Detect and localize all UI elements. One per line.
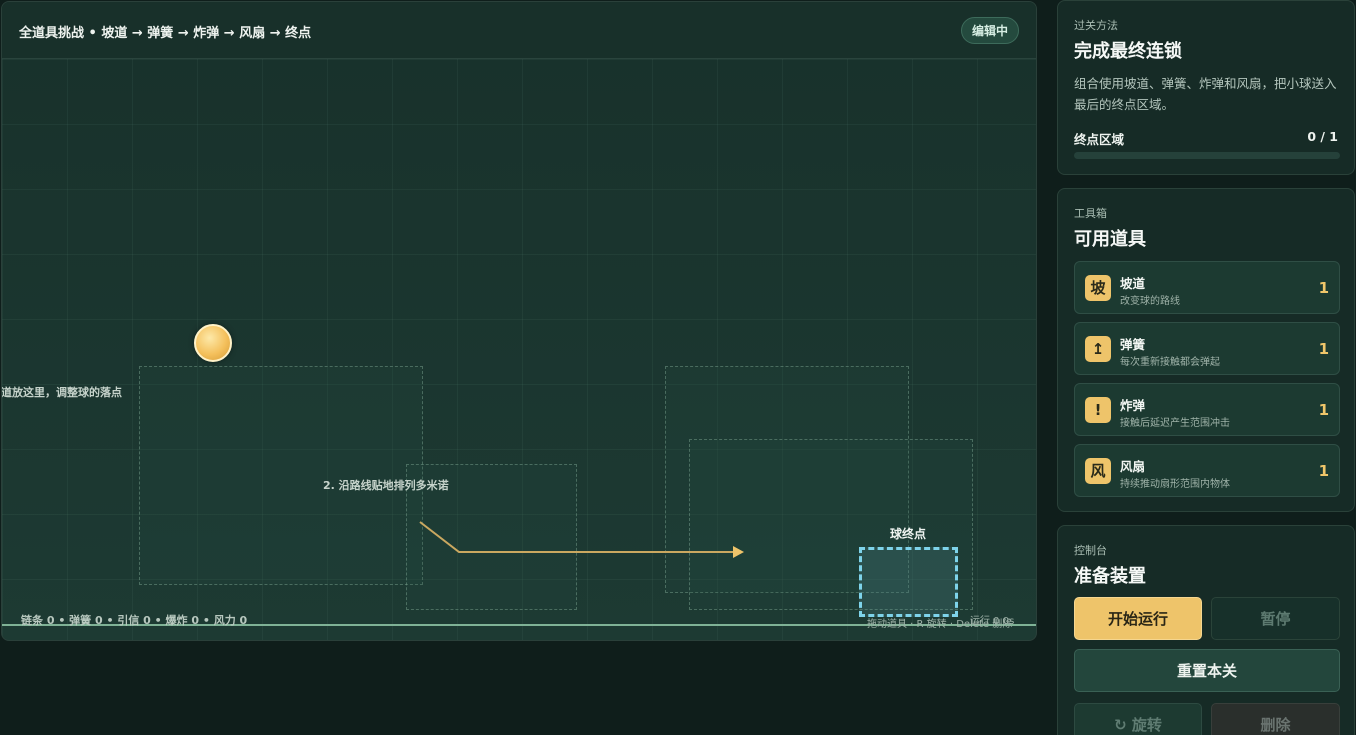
- game-canvas[interactable]: 全道具挑战 • 坡道 → 弹簧 → 炸弹 → 风扇 → 终点 编辑中 道放这里，…: [1, 1, 1037, 641]
- bomb-icon: !: [1085, 397, 1111, 423]
- console-card: 控制台 准备装置 开始运行 暂停 重置本关 ↻ 旋转 删除: [1057, 525, 1355, 735]
- objective-description: 组合使用坡道、弹簧、炸弹和风扇，把小球送入最后的终点区域。: [1074, 76, 1337, 112]
- console-kicker: 控制台: [1074, 544, 1107, 557]
- tool-count: 1: [1318, 401, 1329, 419]
- tool-desc: 每次重新接触都会弹起: [1120, 357, 1220, 368]
- tool-desc: 持续推动扇形范围内物体: [1120, 479, 1230, 490]
- objective-card: 过关方法 完成最终连锁 组合使用坡道、弹簧、炸弹和风扇，把小球送入最后的终点区域…: [1057, 0, 1355, 175]
- run-timer: 运行 0.0s: [970, 616, 1015, 627]
- progress-count: 0 / 1: [1307, 129, 1338, 144]
- objective-kicker: 过关方法: [1074, 19, 1118, 32]
- tool-name: 风扇: [1120, 459, 1146, 474]
- chain-stats: 链条 0 • 弹簧 0 • 引信 0 • 爆炸 0 • 风力 0: [21, 614, 248, 627]
- goal-label: 球终点: [890, 527, 927, 541]
- tool-name: 弹簧: [1120, 337, 1146, 352]
- tool-count: 1: [1318, 340, 1329, 358]
- tool-desc: 接触后延迟产生范围冲击: [1120, 418, 1230, 429]
- toolbox-kicker: 工具箱: [1074, 207, 1107, 220]
- progress-bar: [1074, 152, 1340, 159]
- route-guide: [419, 521, 744, 558]
- ball[interactable]: [194, 324, 232, 362]
- tool-name: 炸弹: [1120, 398, 1146, 413]
- reset-button[interactable]: 重置本关: [1074, 649, 1340, 692]
- fan-icon: 风: [1085, 458, 1111, 484]
- goal-zone: [859, 547, 958, 617]
- tool-count: 1: [1318, 279, 1329, 297]
- console-title: 准备装置: [1074, 566, 1146, 587]
- toolbox-title: 可用道具: [1074, 229, 1146, 250]
- tool-ramp[interactable]: 坡 坡道 改变球的路线 1: [1074, 261, 1340, 314]
- tool-bomb[interactable]: ! 炸弹 接触后延迟产生范围冲击 1: [1074, 383, 1340, 436]
- tool-desc: 改变球的路线: [1120, 296, 1180, 307]
- pause-button[interactable]: 暂停: [1211, 597, 1340, 640]
- ramp-icon: 坡: [1085, 275, 1111, 301]
- spring-icon: ↥: [1085, 336, 1111, 362]
- start-button[interactable]: 开始运行: [1074, 597, 1202, 640]
- tool-spring[interactable]: ↥ 弹簧 每次重新接触都会弹起 1: [1074, 322, 1340, 375]
- tool-name: 坡道: [1120, 276, 1146, 291]
- tool-count: 1: [1318, 462, 1329, 480]
- objective-title: 完成最终连锁: [1074, 41, 1182, 62]
- progress-label: 终点区域: [1074, 132, 1125, 147]
- tool-fan[interactable]: 风 风扇 持续推动扇形范围内物体 1: [1074, 444, 1340, 497]
- toolbox-card: 工具箱 可用道具 坡 坡道 改变球的路线 1 ↥ 弹簧 每次重新接触都会弹起 1…: [1057, 188, 1355, 512]
- rotate-button[interactable]: ↻ 旋转: [1074, 703, 1202, 735]
- delete-button[interactable]: 删除: [1211, 703, 1340, 735]
